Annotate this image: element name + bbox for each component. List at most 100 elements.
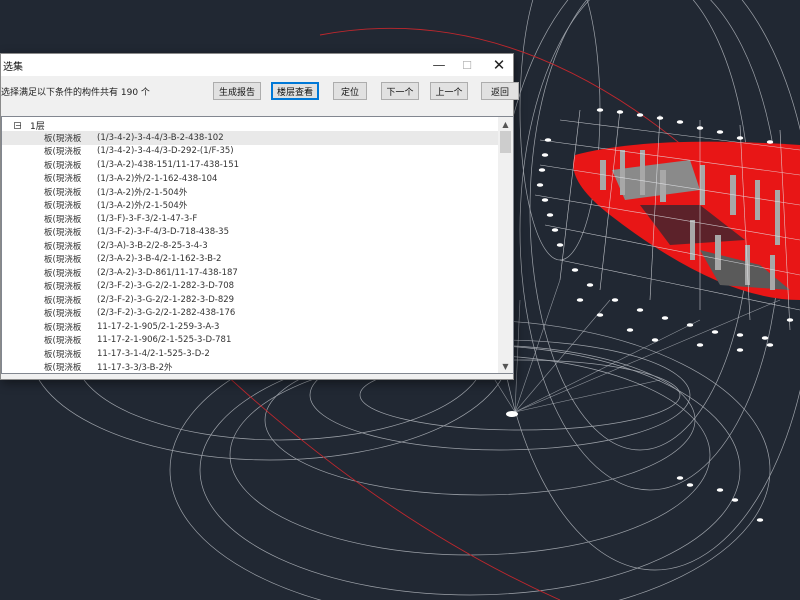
grid-marker (596, 108, 604, 112)
list-item[interactable]: 板(現浇板 11-17-2-1-906/2-1-525-3-D-781 (2, 334, 499, 348)
grid-marker (651, 338, 659, 342)
grid-marker (616, 110, 624, 114)
grid-marker (661, 316, 669, 320)
grid-marker (716, 130, 724, 134)
component-tree-list[interactable]: − 1层 板(現浇板 (1/3-4-2)-3-4-4/3-B-2-438-102 … (1, 116, 514, 374)
grid-marker (786, 318, 794, 322)
back-button[interactable]: 返回 (481, 82, 519, 100)
item-code: (2/3-A)-3-B-2/2-8-25-3-4-3 (97, 240, 208, 251)
item-code: (1/3-F-2)-3-F-4/3-D-718-438-35 (97, 227, 229, 238)
item-type: 板(現浇板 (44, 295, 82, 306)
item-code: (1/3-A-2)-438-151/11-17-438-151 (97, 159, 240, 170)
list-item[interactable]: 板(現浇板 (1/3-F)-3-F-3/2-1-47-3-F (2, 212, 499, 226)
item-type: 板(現浇板 (44, 309, 82, 320)
grid-marker (761, 336, 769, 340)
grid-marker (536, 183, 544, 187)
grid-marker (766, 140, 774, 144)
list-item[interactable]: 板(現浇板 (1/3-A-2)-438-151/11-17-438-151 (2, 158, 499, 172)
list-item[interactable]: 板(現浇板 11-17-3-3/3-B-2外 (2, 361, 499, 374)
grid-marker (736, 136, 744, 140)
vertical-scrollbar[interactable]: ▲ ▼ (498, 117, 513, 373)
item-code: (1/3-A-2)外/2-1-504外 (97, 187, 188, 198)
focus-marker (506, 411, 518, 417)
scroll-up-arrow-icon[interactable]: ▲ (498, 117, 513, 131)
item-type: 板(現浇板 (44, 160, 82, 171)
list-item[interactable]: 板(現浇板 (2/3-A-2)-3-D-861/11-17-438-187 (2, 266, 499, 280)
grid-marker (716, 488, 724, 492)
list-item[interactable]: 板(現浇板 (2/3-A-2)-3-B-4/2-1-162-3-B-2 (2, 253, 499, 267)
item-code: 11-17-3-3/3-B-2外 (97, 363, 173, 374)
dialog-titlebar[interactable]: 选集 — ☐ ✕ (1, 54, 513, 76)
item-type: 板(現浇板 (44, 349, 82, 360)
tree-root-label: 1层 (30, 121, 45, 132)
collapse-icon[interactable]: − (14, 121, 22, 129)
item-code: 11-17-2-1-906/2-1-525-3-D-781 (97, 335, 232, 346)
item-code: (2/3-A-2)-3-D-861/11-17-438-187 (97, 267, 238, 278)
grid-marker (551, 228, 559, 232)
list-item[interactable]: 板(現浇板 (1/3-F-2)-3-F-4/3-D-718-438-35 (2, 226, 499, 240)
list-item[interactable]: 板(現浇板 (1/3-A-2)外/2-1-504外 (2, 185, 499, 199)
minimize-button[interactable]: — (425, 54, 453, 76)
grid-marker (656, 116, 664, 120)
grid-marker (686, 483, 694, 487)
item-code: (2/3-F-2)-3-G-2/2-1-282-3-D-829 (97, 294, 235, 305)
list-item[interactable]: 板(現浇板 (1/3-4-2)-3-4-4/3-B-2-438-102 (2, 131, 499, 145)
grid-marker (696, 126, 704, 130)
item-type: 板(現浇板 (44, 174, 82, 185)
item-code: 11-17-2-1-905/2-1-259-3-A-3 (97, 321, 220, 332)
list-item[interactable]: 板(現浇板 (1/3-4-2)-3-4-4/3-D-292-(1/F-35) (2, 145, 499, 159)
grid-marker (544, 138, 552, 142)
list-item[interactable]: 板(現浇板 (1/3-A-2)外/2-1-162-438-104 (2, 172, 499, 186)
grid-marker (546, 213, 554, 217)
scroll-thumb[interactable] (500, 131, 511, 153)
item-code: (1/3-A-2)外/2-1-162-438-104 (97, 174, 218, 185)
list-item[interactable]: 板(現浇板 11-17-2-1-905/2-1-259-3-A-3 (2, 320, 499, 334)
grid-marker (696, 343, 704, 347)
list-item[interactable]: 板(現浇板 11-17-3-1-4/2-1-525-3-D-2 (2, 347, 499, 361)
scroll-down-arrow-icon[interactable]: ▼ (498, 359, 513, 373)
item-code: (2/3-A-2)-3-B-4/2-1-162-3-B-2 (97, 254, 222, 265)
grid-marker (676, 476, 684, 480)
item-type: 板(現浇板 (44, 363, 82, 374)
grid-marker (541, 198, 549, 202)
selection-dialog: 选集 — ☐ ✕ 选择满足以下条件的构件共有 190 个 生成报告 楼层查看 定… (0, 53, 519, 380)
next-button[interactable]: 下一个 (381, 82, 419, 100)
item-code: (1/3-A-2)外/2-1-504外 (97, 201, 188, 212)
item-type: 板(現浇板 (44, 322, 82, 333)
tree-root-node[interactable]: − 1层 (14, 119, 45, 132)
item-type: 板(現浇板 (44, 214, 82, 225)
item-type: 板(現浇板 (44, 147, 82, 158)
item-code: (2/3-F-2)-3-G-2/2-1-282-438-176 (97, 308, 236, 319)
grid-marker (736, 333, 744, 337)
grid-marker (538, 168, 546, 172)
item-type: 板(現浇板 (44, 255, 82, 266)
grid-marker (596, 313, 604, 317)
item-code: (1/3-F)-3-F-3/2-1-47-3-F (97, 213, 198, 224)
generate-report-button[interactable]: 生成报告 (213, 82, 261, 100)
previous-button[interactable]: 上一个 (430, 82, 468, 100)
list-item[interactable]: 板(現浇板 (2/3-F-2)-3-G-2/2-1-282-3-D-829 (2, 293, 499, 307)
grid-marker (576, 298, 584, 302)
grid-marker (686, 323, 694, 327)
grid-marker (586, 283, 594, 287)
grid-marker (541, 153, 549, 157)
item-type: 板(現浇板 (44, 228, 82, 239)
floor-view-button[interactable]: 楼层查看 (271, 82, 319, 100)
item-code: (1/3-4-2)-3-4-4/3-B-2-438-102 (97, 132, 224, 143)
list-item[interactable]: 板(現浇板 (2/3-F-2)-3-G-2/2-1-282-3-D-708 (2, 280, 499, 294)
item-type: 板(現浇板 (44, 187, 82, 198)
grid-marker (766, 343, 774, 347)
item-type: 板(現浇板 (44, 336, 82, 347)
grid-marker (636, 113, 644, 117)
list-item[interactable]: 板(現浇板 (2/3-A)-3-B-2/2-8-25-3-4-3 (2, 239, 499, 253)
list-item[interactable]: 板(現浇板 (2/3-F-2)-3-G-2/2-1-282-438-176 (2, 307, 499, 321)
maximize-button[interactable]: ☐ (453, 54, 481, 76)
item-code: (1/3-4-2)-3-4-4/3-D-292-(1/F-35) (97, 146, 234, 157)
grid-marker (611, 298, 619, 302)
close-button[interactable]: ✕ (485, 54, 513, 76)
item-type: 板(現浇板 (44, 282, 82, 293)
locate-button[interactable]: 定位 (333, 82, 367, 100)
grid-marker (736, 348, 744, 352)
list-item[interactable]: 板(現浇板 (1/3-A-2)外/2-1-504外 (2, 199, 499, 213)
item-type: 板(現浇板 (44, 133, 82, 144)
